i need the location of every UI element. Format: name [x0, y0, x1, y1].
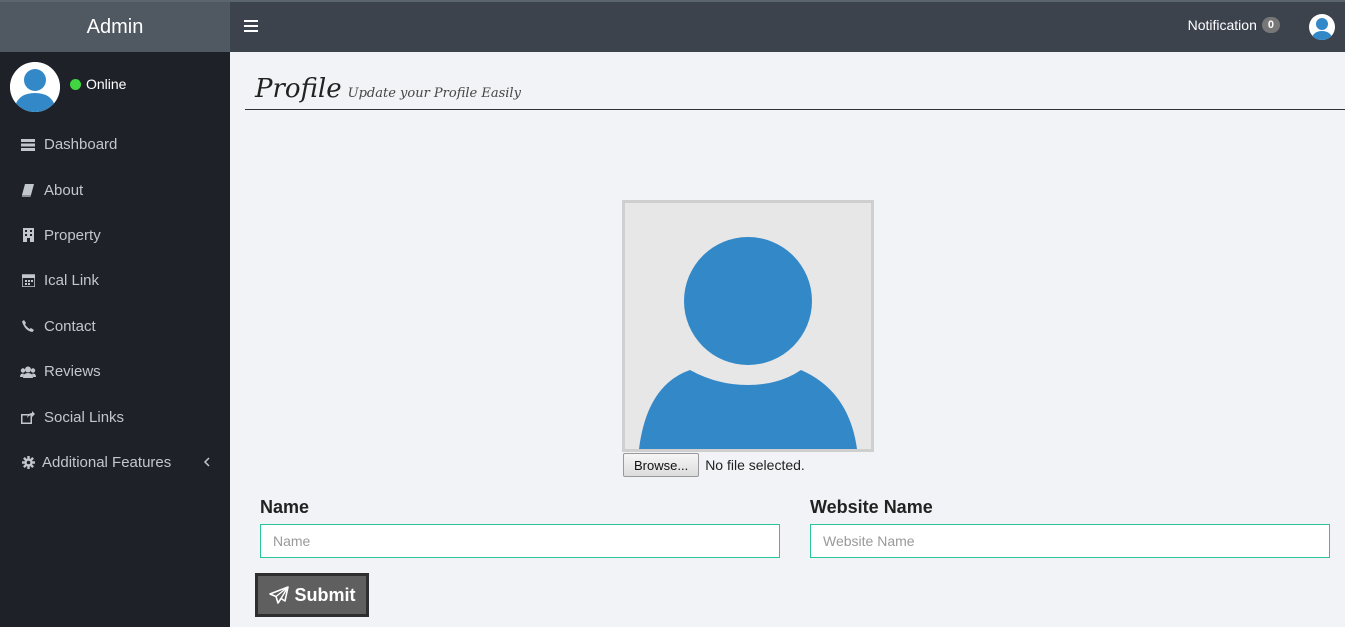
sidebar-item-label: Contact: [44, 317, 96, 335]
online-status-label: Online: [86, 76, 127, 92]
sidebar-item-ical-link[interactable]: Ical Link: [0, 258, 230, 303]
paper-plane-icon: [268, 586, 289, 604]
content-header: Profile Update your Profile Easily: [245, 52, 1345, 132]
hamburger-icon[interactable]: [244, 20, 258, 32]
chevron-left-icon: [203, 454, 210, 470]
name-input[interactable]: [260, 524, 780, 558]
sidebar-item-label: Additional Features: [42, 453, 172, 471]
submit-label: Submit: [294, 584, 356, 605]
users-icon: [20, 365, 36, 379]
calendar-icon: [20, 274, 36, 288]
sidebar-item-label: About: [44, 181, 84, 199]
name-label: Name: [260, 497, 310, 517]
notification-count-badge: 0: [1261, 17, 1280, 33]
book-icon: [20, 183, 36, 197]
sidebar: Online Dashboard About Property Ical Lin…: [0, 52, 230, 627]
sidebar-item-additional-features[interactable]: Additional Features: [0, 440, 230, 485]
notification-label: Notification: [1187, 17, 1257, 33]
browse-button[interactable]: Browse...: [623, 453, 700, 477]
file-status: No file selected.: [705, 457, 805, 473]
user-avatar-icon[interactable]: [1309, 14, 1335, 40]
sidebar-item-contact[interactable]: Contact: [0, 304, 230, 349]
page-title-text: Profile: [255, 74, 342, 104]
file-upload: Browse... No file selected.: [623, 453, 805, 477]
sidebar-item-property[interactable]: Property: [0, 213, 230, 258]
building-icon: [20, 228, 36, 243]
phone-icon: [20, 319, 36, 333]
sidebar-item-social-links[interactable]: Social Links: [0, 394, 230, 439]
online-status: Online: [70, 76, 126, 92]
user-avatar-icon: [10, 62, 60, 112]
page-subtitle: Update your Profile Easily: [347, 86, 521, 101]
sidebar-item-label: Reviews: [44, 363, 101, 381]
page-title: Profile Update your Profile Easily: [255, 74, 521, 104]
notification-button[interactable]: Notification 0: [1188, 17, 1280, 33]
sidebar-item-dashboard[interactable]: Dashboard: [0, 122, 230, 167]
sidebar-menu: Dashboard About Property Ical Link Conta…: [0, 122, 230, 485]
sidebar-item-label: Social Links: [44, 408, 125, 426]
website-name-label: Website Name: [810, 497, 933, 517]
top-navbar: Admin Notification 0: [0, 0, 1345, 52]
online-dot-icon: [70, 78, 81, 90]
profile-photo: [622, 200, 874, 452]
sidebar-item-label: Ical Link: [44, 272, 100, 290]
website-name-input[interactable]: [810, 524, 1330, 558]
user-placeholder-icon: [625, 203, 871, 449]
submit-button[interactable]: Submit: [255, 573, 369, 617]
header-divider: [245, 109, 1345, 110]
share-icon: [20, 410, 36, 424]
sidebar-item-label: Property: [44, 226, 101, 244]
gear-icon: [20, 455, 36, 469]
brand-logo[interactable]: Admin: [0, 2, 230, 52]
list-icon: [20, 138, 36, 152]
sidebar-item-label: Dashboard: [44, 136, 118, 154]
sidebar-item-about[interactable]: About: [0, 167, 230, 212]
sidebar-item-reviews[interactable]: Reviews: [0, 349, 230, 394]
